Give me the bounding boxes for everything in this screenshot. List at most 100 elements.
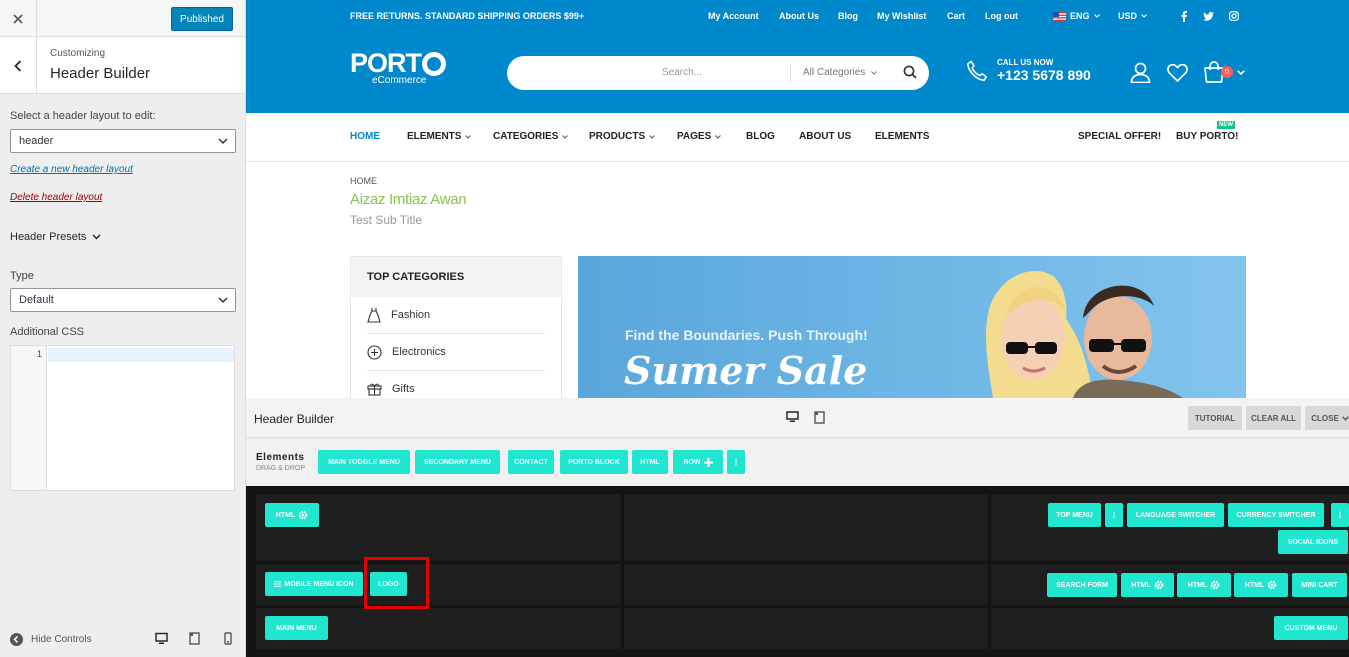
chevron-down-icon — [92, 234, 101, 240]
search-input[interactable]: Search... — [662, 67, 702, 78]
element-row-label: ROW — [683, 458, 701, 466]
instagram-link[interactable] — [1229, 11, 1239, 21]
category-fashion[interactable]: Fashion — [367, 297, 545, 334]
close-builder-label: CLOSE — [1311, 413, 1339, 423]
published-button[interactable]: Published — [171, 7, 233, 31]
page-title: Aizaz Imtiaz Awan — [350, 191, 467, 208]
active-line — [48, 348, 234, 362]
slot-social-icons[interactable]: SOCIAL ICONS — [1278, 530, 1348, 554]
chevron-down-icon — [218, 138, 228, 145]
special-offer-link[interactable]: SPECIAL OFFER! — [1078, 131, 1161, 142]
nav-pages-label: PAGES — [677, 131, 712, 142]
tablet-preview-button[interactable] — [189, 632, 200, 645]
nav-categories[interactable]: CATEGORIES — [493, 131, 569, 142]
slot-custom-menu[interactable]: CUSTOM MENU — [1274, 616, 1348, 640]
category-gifts[interactable]: Gifts — [367, 371, 545, 398]
currency-switcher[interactable]: USD — [1118, 11, 1147, 21]
nav-elements[interactable]: ELEMENTS — [407, 131, 472, 142]
cart-dropdown-toggle[interactable] — [1237, 70, 1245, 75]
back-button[interactable] — [0, 37, 37, 94]
delete-layout-link[interactable]: Delete header layout — [10, 192, 102, 203]
slot-html-2[interactable]: HTML — [1177, 573, 1231, 597]
customizer-footer: Hide Controls — [0, 622, 246, 657]
header-builder-panel: Header Builder TUTORIAL CLEAR ALL CLOSE … — [246, 398, 1349, 657]
phone-number[interactable]: +123 5678 890 — [997, 67, 1091, 83]
nav-blog[interactable]: BLOG — [746, 131, 775, 142]
facebook-icon — [1181, 11, 1187, 22]
category-electronics[interactable]: Electronics — [367, 334, 545, 371]
top-center-slot[interactable] — [624, 494, 988, 561]
element-html[interactable]: HTML — [632, 450, 668, 474]
my-account-link[interactable]: My Account — [708, 11, 759, 21]
header-presets-label: Header Presets — [10, 231, 87, 243]
wishlist-link[interactable]: My Wishlist — [877, 11, 926, 21]
nav-elements-2[interactable]: ELEMENTS — [875, 131, 929, 142]
slot-html-1[interactable]: HTML — [1121, 573, 1174, 597]
slot-currency-switcher[interactable]: CURRENCY SWITCHER — [1228, 503, 1324, 527]
header-presets-toggle[interactable]: Header Presets — [10, 231, 101, 243]
close-customizer-button[interactable] — [0, 0, 37, 37]
slot-divider[interactable]: | — [1105, 503, 1123, 527]
blog-link[interactable]: Blog — [838, 11, 858, 21]
slot-main-menu[interactable]: MAIN MENU — [265, 616, 328, 640]
close-builder-button[interactable]: CLOSE — [1305, 406, 1349, 430]
special-offer-label: SPECIAL OFFER! — [1078, 131, 1162, 142]
cart-link[interactable]: Cart — [947, 11, 965, 21]
search-button[interactable] — [903, 65, 917, 79]
gear-icon — [1210, 580, 1220, 590]
slot-mobile-menu-icon[interactable]: MOBILE MENU ICON — [265, 572, 363, 596]
element-divider[interactable]: | — [727, 450, 745, 474]
heart-icon — [1167, 64, 1188, 82]
builder-desktop-view-button[interactable] — [786, 411, 799, 423]
main-navigation: HOME ELEMENTS CATEGORIES PRODUCTS PAGES … — [246, 113, 1349, 162]
clear-all-button[interactable]: CLEAR ALL — [1246, 406, 1301, 430]
css-editor[interactable]: 1 — [10, 345, 235, 491]
chevron-down-icon — [871, 70, 878, 75]
site-logo[interactable]: PORT eCommerce — [350, 50, 447, 86]
type-select[interactable]: Default — [10, 288, 236, 312]
summer-sale-banner[interactable]: Find the Boundaries. Push Through! Sumer… — [578, 256, 1246, 398]
slot-language-switcher[interactable]: LANGUAGE SWITCHER — [1127, 503, 1224, 527]
bottom-center-slot[interactable] — [624, 608, 988, 649]
element-contact[interactable]: CONTACT — [508, 450, 554, 474]
elements-subtitle: DRAG & DROP — [256, 465, 306, 472]
currency-value: USD — [1118, 11, 1138, 21]
language-switcher[interactable]: ENG — [1053, 11, 1100, 21]
nav-products[interactable]: PRODUCTS — [589, 131, 655, 142]
nav-about-us[interactable]: ABOUT US — [799, 131, 851, 142]
slot-divider[interactable]: | — [1331, 503, 1349, 527]
tutorial-button[interactable]: TUTORIAL — [1188, 406, 1242, 430]
search-category-select[interactable]: All Categories — [803, 67, 878, 78]
desktop-preview-button[interactable] — [155, 632, 168, 645]
mobile-preview-button[interactable] — [224, 632, 232, 645]
main-center-slot[interactable] — [624, 564, 988, 605]
us-flag-icon — [1053, 11, 1066, 21]
slot-html-3[interactable]: HTML — [1234, 573, 1288, 597]
header-layout-select[interactable]: header — [10, 129, 236, 153]
chevron-down-icon — [1141, 14, 1147, 18]
twitter-link[interactable] — [1203, 12, 1214, 21]
element-main-toggle-menu[interactable]: MAIN TOGGLE MENU — [318, 450, 410, 474]
about-us-link[interactable]: About Us — [779, 11, 819, 21]
element-row[interactable]: ROW — [673, 450, 723, 474]
shipping-promo: FREE RETURNS. STANDARD SHIPPING ORDERS $… — [350, 11, 585, 21]
account-button[interactable] — [1130, 62, 1151, 83]
slot-search-form[interactable]: SEARCH FORM — [1047, 573, 1117, 597]
logout-link[interactable]: Log out — [985, 11, 1018, 21]
slot-top-menu[interactable]: TOP MENU — [1048, 503, 1101, 527]
hide-controls-button[interactable]: Hide Controls — [10, 633, 92, 646]
nav-pages[interactable]: PAGES — [677, 131, 722, 142]
element-secondary-menu[interactable]: SECONDARY MENU — [415, 450, 500, 474]
wishlist-button[interactable] — [1167, 64, 1188, 82]
buy-porto-link[interactable]: BUY PORTO! — [1176, 131, 1238, 142]
slot-mini-cart[interactable]: MINI CART — [1292, 573, 1347, 597]
slot-html-element[interactable]: HTML — [265, 503, 319, 527]
nav-home[interactable]: HOME — [350, 131, 380, 142]
builder-tablet-view-button[interactable] — [814, 411, 825, 424]
element-porto-block[interactable]: PORTO BLOCK — [560, 450, 628, 474]
plus-icon — [703, 457, 713, 467]
desktop-icon — [786, 411, 799, 422]
breadcrumb[interactable]: HOME — [350, 176, 377, 186]
facebook-link[interactable] — [1181, 11, 1187, 22]
create-layout-link[interactable]: Create a new header layout — [10, 164, 133, 175]
